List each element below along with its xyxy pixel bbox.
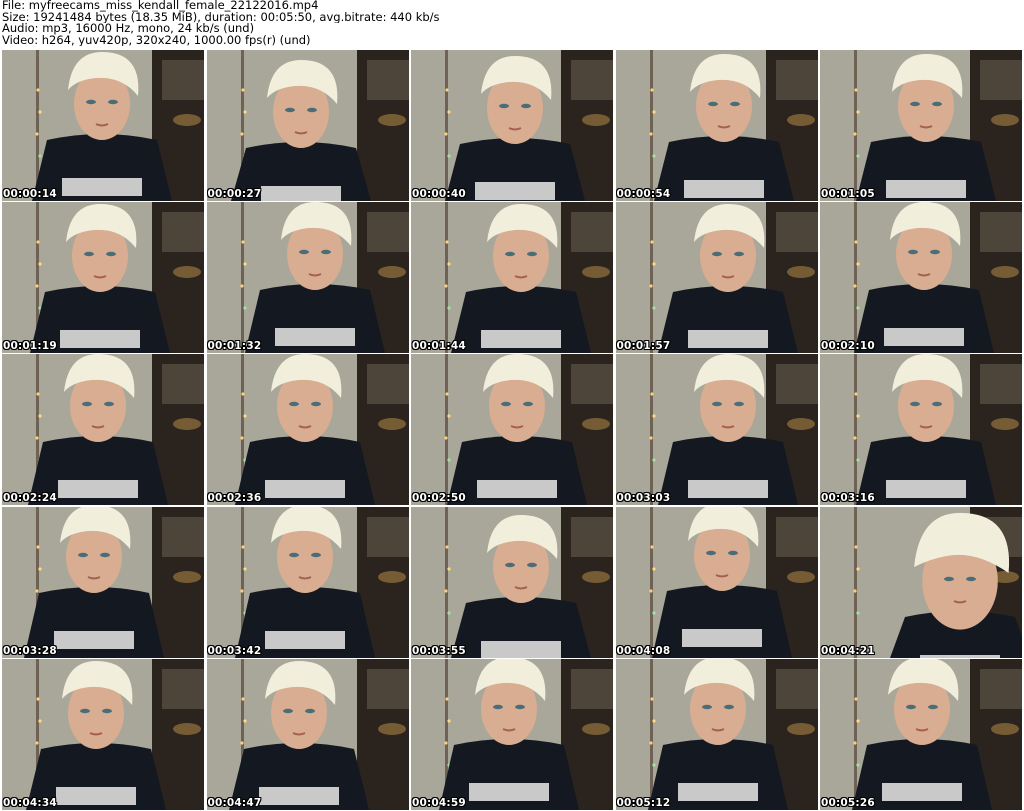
thumbnail-timestamp: 00:03:42 bbox=[207, 644, 262, 657]
video-thumbnail: 00:02:50 bbox=[411, 354, 613, 506]
webcam-frame-image bbox=[820, 50, 1022, 201]
thumbnail-timestamp: 00:01:19 bbox=[3, 340, 57, 353]
thumbnail-timestamp: 00:01:57 bbox=[616, 340, 671, 353]
video-thumbnail: 00:03:03 bbox=[615, 354, 818, 506]
thumbnail-timestamp: 00:00:27 bbox=[207, 188, 262, 200]
thumbnail-timestamp: 00:02:10 bbox=[821, 340, 875, 353]
webcam-frame-image bbox=[411, 202, 613, 354]
webcam-frame-image bbox=[2, 50, 204, 201]
webcam-frame-image bbox=[615, 658, 818, 810]
webcam-frame-image bbox=[615, 506, 818, 658]
video-thumbnail: 00:00:54 bbox=[615, 50, 818, 201]
thumbnail-timestamp: 00:03:16 bbox=[821, 492, 875, 505]
video-thumbnail: 00:00:40 bbox=[411, 50, 613, 201]
webcam-frame-image bbox=[206, 50, 409, 201]
audio-info-line: Audio: mp3, 16000 Hz, mono, 24 kb/s (und… bbox=[2, 23, 255, 35]
webcam-frame-image bbox=[2, 506, 204, 658]
video-thumbnail: 00:01:44 bbox=[411, 202, 613, 354]
video-thumbnail: 00:03:16 bbox=[820, 354, 1022, 506]
thumbnail-timestamp: 00:05:26 bbox=[821, 796, 875, 809]
thumbnail-timestamp: 00:03:55 bbox=[412, 644, 466, 657]
thumbnail-timestamp: 00:04:59 bbox=[412, 796, 466, 809]
webcam-frame-image bbox=[411, 50, 613, 201]
video-thumbnail: 00:01:32 bbox=[206, 202, 409, 354]
video-thumbnail: 00:01:57 bbox=[615, 202, 818, 354]
webcam-frame-image bbox=[615, 202, 818, 354]
webcam-frame-image bbox=[411, 506, 613, 658]
thumbnail-timestamp: 00:02:36 bbox=[207, 492, 262, 505]
thumbnail-timestamp: 00:04:08 bbox=[616, 644, 671, 657]
thumbnail-grid: 00:00:14 00:00:27 00:00:40 00:00:54 00:0… bbox=[2, 50, 1022, 810]
webcam-frame-image bbox=[411, 354, 613, 506]
thumbnail-timestamp: 00:01:05 bbox=[821, 188, 875, 200]
webcam-frame-image bbox=[2, 354, 204, 506]
video-thumbnail: 00:04:21 bbox=[820, 506, 1022, 658]
video-thumbnail: 00:02:24 bbox=[2, 354, 204, 506]
webcam-frame-image bbox=[2, 202, 204, 354]
webcam-frame-image bbox=[820, 658, 1022, 810]
webcam-frame-image bbox=[411, 658, 613, 810]
thumbnail-timestamp: 00:03:03 bbox=[616, 492, 671, 505]
thumbnail-timestamp: 00:01:32 bbox=[207, 340, 262, 353]
video-thumbnail: 00:01:19 bbox=[2, 202, 204, 354]
file-info-header: File: myfreecams_miss_kendall_female_221… bbox=[2, 0, 1022, 48]
video-thumbnail: 00:00:14 bbox=[2, 50, 204, 201]
file-size-line: Size: 19241484 bytes (18.35 MiB), durati… bbox=[2, 11, 440, 24]
webcam-frame-image bbox=[820, 202, 1022, 354]
thumbnail-timestamp: 00:00:54 bbox=[616, 188, 671, 200]
thumbnail-timestamp: 00:04:34 bbox=[3, 796, 57, 809]
video-thumbnail: 00:03:28 bbox=[2, 506, 204, 658]
video-thumbnail: 00:03:55 bbox=[411, 506, 613, 658]
video-thumbnail: 00:04:34 bbox=[2, 658, 204, 810]
video-thumbnail: 00:00:27 bbox=[206, 50, 409, 201]
webcam-frame-image bbox=[206, 506, 409, 658]
video-thumbnail: 00:05:26 bbox=[820, 658, 1022, 810]
webcam-frame-image bbox=[2, 658, 204, 810]
video-thumbnail: 00:03:42 bbox=[206, 506, 409, 658]
thumbnail-timestamp: 00:03:28 bbox=[3, 644, 57, 657]
video-thumbnail: 00:02:36 bbox=[206, 354, 409, 506]
webcam-frame-image bbox=[206, 202, 409, 354]
video-info-line: Video: h264, yuv420p, 320x240, 1000.00 f… bbox=[2, 34, 311, 47]
file-name-line: File: myfreecams_miss_kendall_female_221… bbox=[2, 0, 319, 12]
webcam-frame-image bbox=[820, 354, 1022, 506]
video-thumbnail: 00:02:10 bbox=[820, 202, 1022, 354]
webcam-frame-image bbox=[206, 354, 409, 506]
video-thumbnail: 00:04:59 bbox=[411, 658, 613, 810]
webcam-frame-image bbox=[615, 50, 818, 201]
thumbnail-timestamp: 00:00:14 bbox=[3, 188, 57, 200]
webcam-frame-image bbox=[206, 658, 409, 810]
thumbnail-timestamp: 00:01:44 bbox=[412, 340, 466, 353]
thumbnail-timestamp: 00:04:47 bbox=[207, 796, 262, 809]
video-thumbnail: 00:01:05 bbox=[820, 50, 1022, 201]
webcam-frame-image bbox=[820, 506, 1022, 658]
thumbnail-timestamp: 00:02:24 bbox=[3, 492, 57, 505]
thumbnail-timestamp: 00:02:50 bbox=[412, 492, 466, 505]
thumbnail-timestamp: 00:05:12 bbox=[616, 796, 671, 809]
video-thumbnail: 00:05:12 bbox=[615, 658, 818, 810]
thumbnail-timestamp: 00:04:21 bbox=[821, 644, 875, 657]
video-thumbnail: 00:04:08 bbox=[615, 506, 818, 658]
thumbnail-timestamp: 00:00:40 bbox=[412, 188, 466, 200]
webcam-frame-image bbox=[615, 354, 818, 506]
video-thumbnail: 00:04:47 bbox=[206, 658, 409, 810]
